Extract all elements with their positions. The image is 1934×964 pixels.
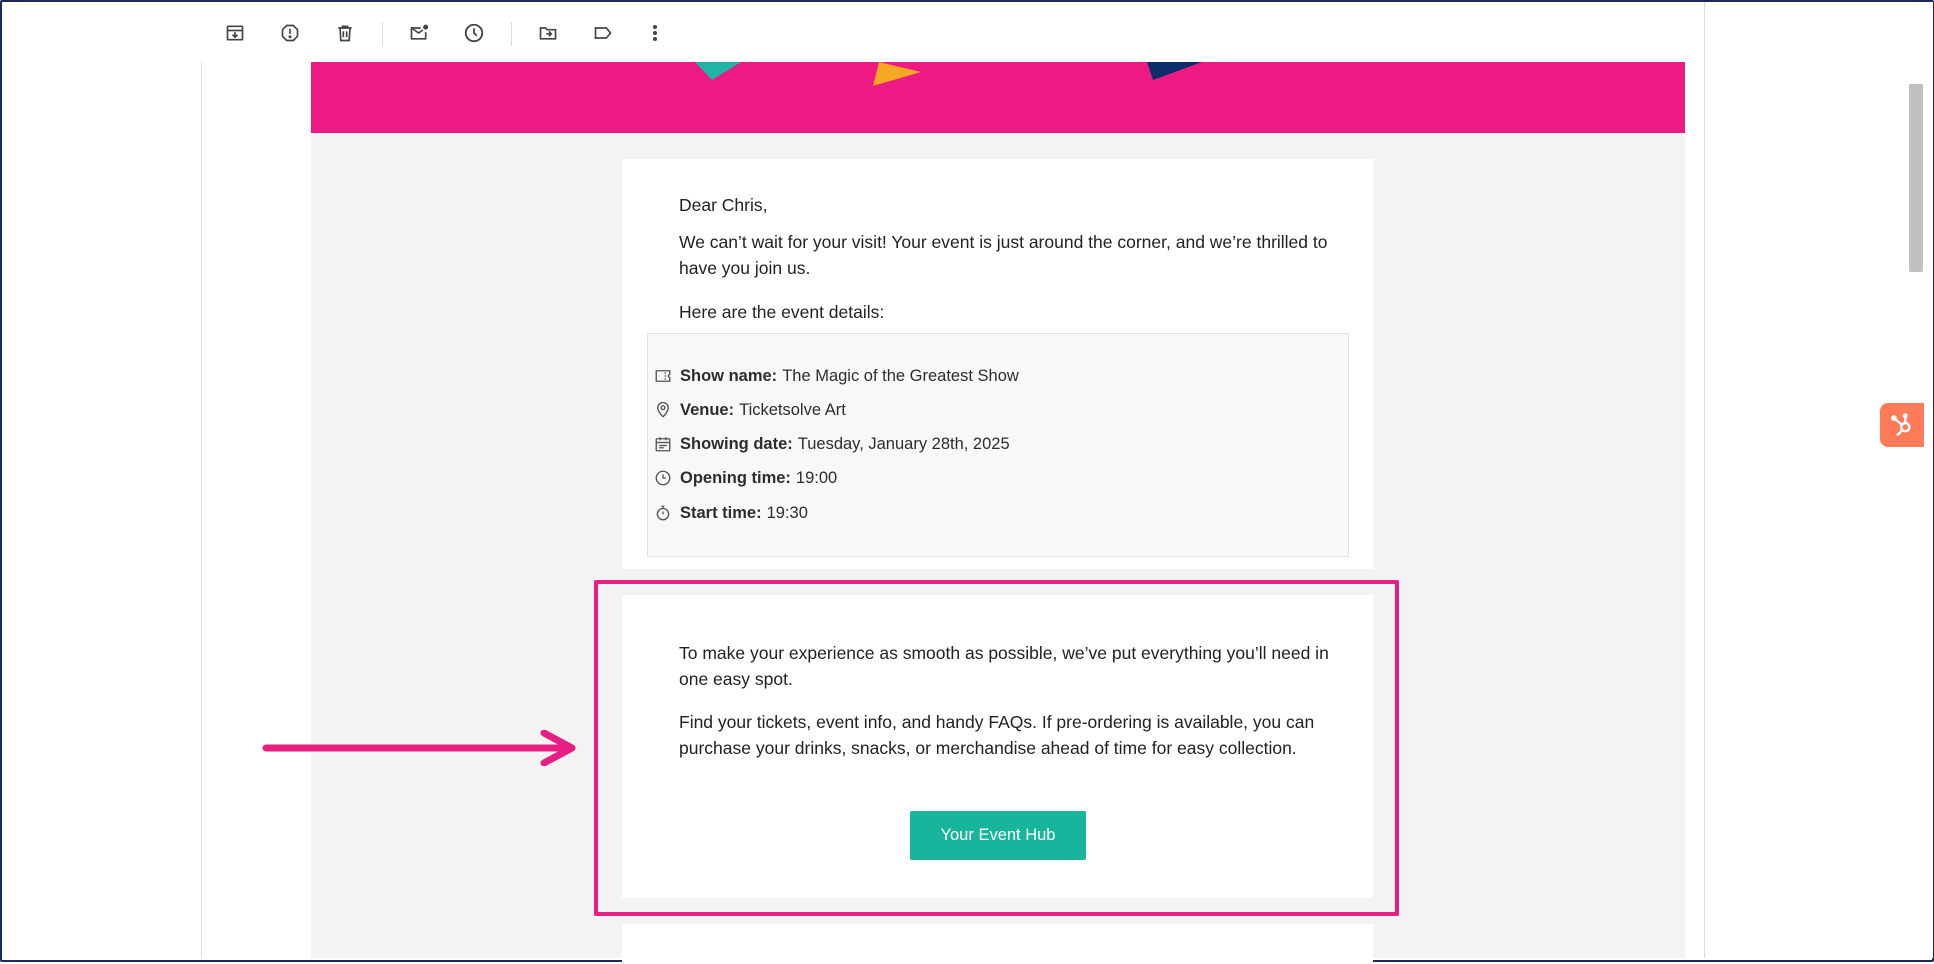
confetti-decoration [695, 62, 1202, 86]
annotation-arrow [262, 730, 576, 766]
ticket-icon [655, 370, 671, 382]
report-spam-icon [281, 24, 299, 42]
delete-icon [338, 25, 352, 42]
mark-unread-button[interactable] [402, 16, 436, 50]
start-time-row: Start time: 19:30 [654, 501, 808, 525]
archive-icon [226, 25, 244, 41]
clock-icon [655, 470, 671, 486]
venue-value: Ticketsolve Art [739, 400, 846, 419]
stopwatch-icon [656, 505, 670, 521]
more-options-icon [653, 25, 657, 41]
greeting-card: Dear Chris, We can’t wait for your visit… [622, 159, 1373, 569]
next-card [622, 924, 1373, 964]
show-name-row: Show name: The Magic of the Greatest Sho… [654, 364, 1019, 388]
intro-text: We can’t wait for your visit! Your event… [679, 232, 1328, 278]
greeting-text: Dear Chris, [679, 195, 768, 215]
showing-date-row: Showing date: Tuesday, January 28th, 202… [654, 432, 1010, 456]
hubspot-widget[interactable] [1880, 403, 1924, 447]
report-spam-button[interactable] [273, 16, 307, 50]
delete-button[interactable] [328, 16, 362, 50]
more-options-button[interactable] [638, 16, 672, 50]
calendar-icon [655, 437, 671, 452]
left-gutter [2, 2, 201, 958]
start-time-value: 19:30 [766, 503, 808, 522]
mark-unread-icon [410, 24, 429, 40]
venue-row: Venue: Ticketsolve Art [654, 398, 846, 422]
move-to-button[interactable] [531, 16, 565, 50]
label-button[interactable] [586, 16, 620, 50]
venue-label: Venue: [680, 400, 735, 419]
move-to-icon [539, 27, 557, 40]
details-intro: Here are the event details: [679, 302, 885, 322]
snooze-button[interactable] [457, 16, 491, 50]
show-name-value: The Magic of the Greatest Show [782, 366, 1019, 385]
start-time-label: Start time: [680, 503, 762, 522]
snooze-icon [464, 23, 484, 43]
vertical-scrollbar[interactable] [1909, 84, 1923, 272]
opening-time-row: Opening time: 19:00 [654, 466, 837, 490]
location-pin-icon [657, 401, 669, 418]
showing-date-value: Tuesday, January 28th, 2025 [797, 434, 1010, 453]
archive-button[interactable] [218, 16, 252, 50]
hubspot-sprocket-icon [1891, 413, 1911, 436]
opening-time-value: 19:00 [795, 468, 838, 487]
label-icon [594, 27, 612, 39]
show-name-label: Show name: [680, 366, 778, 385]
event-details-box: Show name: The Magic of the Greatest Sho… [647, 333, 1349, 557]
highlight-box [594, 580, 1399, 916]
showing-date-label: Showing date: [680, 434, 793, 453]
email-banner [311, 62, 1685, 133]
email-toolbar [201, 2, 1704, 62]
right-gutter [1704, 2, 1933, 958]
opening-time-label: Opening time: [680, 468, 791, 487]
